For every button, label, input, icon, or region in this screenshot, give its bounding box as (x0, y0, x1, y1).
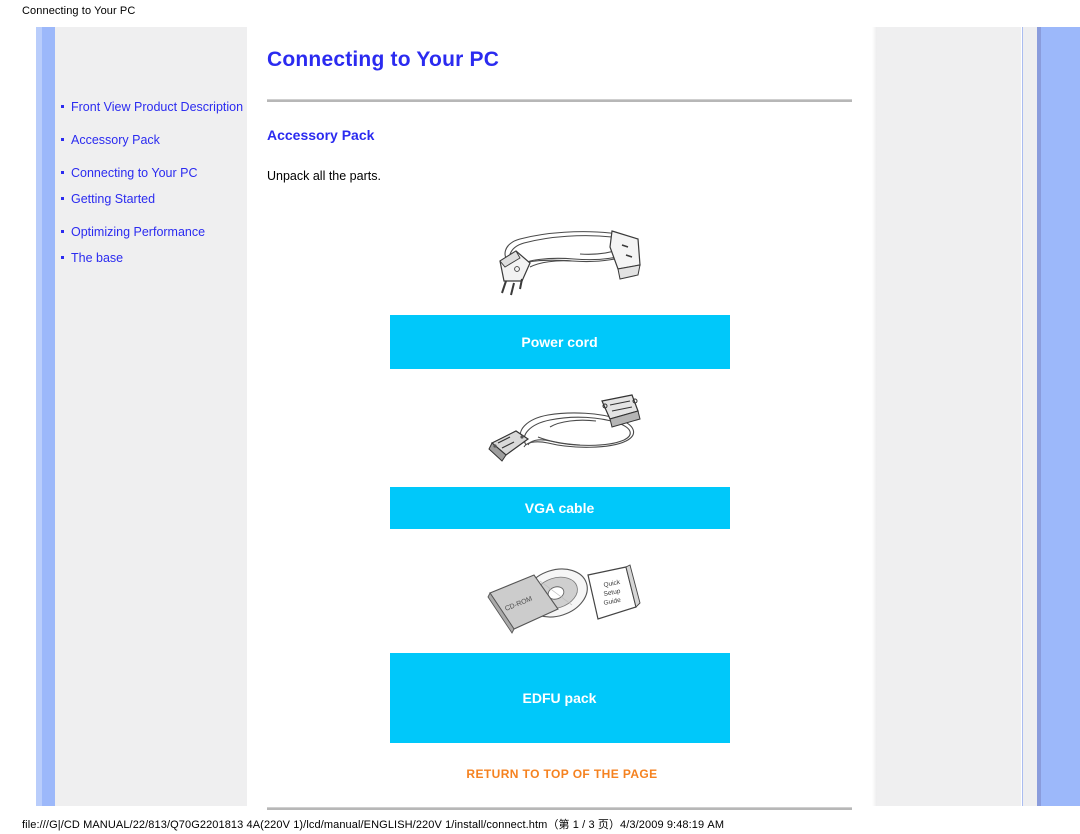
sidebar-item-front-view-product-description[interactable]: Front View Product Description (55, 100, 247, 114)
vga-cable-figure (267, 385, 852, 477)
right-blue-stripe-highlight (1037, 27, 1041, 806)
bullet-icon (61, 138, 64, 141)
accessory-edfu-pack: CD-ROM Quick Setup Guide EDFU pack (267, 553, 852, 743)
sidebar-item-label: Connecting to Your PC (71, 166, 198, 180)
vga-connector-left (487, 430, 529, 462)
vga-cable-icon (487, 394, 641, 462)
accessory-power-cord: Power cord (267, 199, 852, 369)
print-footer-path: file:///G|/CD MANUAL/22/813/Q70G2201813 … (22, 819, 725, 831)
sidebar-item-connecting-to-your-pc[interactable]: Connecting to Your PC (55, 166, 247, 180)
edfu-pack-caption: EDFU pack (389, 653, 730, 743)
right-blue-stripe (1037, 27, 1080, 806)
edfu-pack-icon: CD-ROM Quick Setup Guide (486, 564, 641, 634)
sidebar-item-getting-started[interactable]: Getting Started (55, 192, 247, 206)
left-blue-stripe-highlight (36, 27, 42, 806)
bullet-icon (61, 105, 64, 108)
sidebar-item-the-base[interactable]: The base (55, 251, 247, 265)
print-header-title: Connecting to Your PC (22, 5, 136, 17)
power-cord-figure (267, 199, 852, 307)
page-title: Connecting to Your PC (267, 48, 500, 71)
sidebar-item-optimizing-performance[interactable]: Optimizing Performance (55, 225, 247, 239)
sidebar-item-label: Optimizing Performance (71, 225, 206, 239)
power-cord-icon (498, 230, 641, 296)
bullet-icon (61, 171, 64, 174)
quick-setup-guide-icon: Quick Setup Guide (586, 564, 641, 620)
vga-cable-caption: VGA cable (389, 487, 730, 529)
return-to-top-link[interactable]: RETURN TO TOP OF THE PAGE (267, 767, 857, 781)
sidebar-item-label: Getting Started (71, 192, 156, 206)
sidebar-item-accessory-pack[interactable]: Accessory Pack (55, 133, 247, 147)
sidebar-item-label: Front View Product Description (71, 100, 244, 114)
bullet-icon (61, 230, 64, 233)
sidebar-item-label: The base (71, 251, 124, 265)
vga-connector-right (600, 394, 641, 428)
sidebar-item-label: Accessory Pack (71, 133, 160, 147)
power-plug-female (608, 230, 641, 280)
intro-text: Unpack all the parts. (267, 169, 381, 183)
edfu-pack-figure: CD-ROM Quick Setup Guide (267, 553, 852, 645)
bottom-divider (267, 807, 852, 810)
accessory-vga-cable: VGA cable (267, 385, 852, 529)
right-gap-strip (1023, 27, 1037, 806)
bullet-icon (61, 197, 64, 200)
section-title-accessory-pack: Accessory Pack (267, 127, 375, 143)
sidebar-nav: Front View Product Description Accessory… (55, 100, 247, 284)
bullet-icon (61, 256, 64, 259)
right-gray-panel (877, 27, 1021, 806)
main-content: Connecting to Your PC Accessory Pack Unp… (267, 27, 857, 810)
power-plug-male (498, 250, 531, 296)
power-cord-caption: Power cord (389, 315, 730, 369)
